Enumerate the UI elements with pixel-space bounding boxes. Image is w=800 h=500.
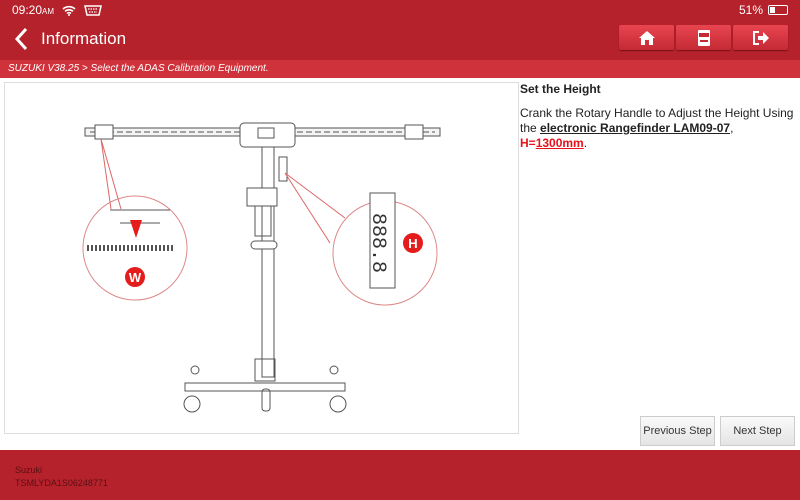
previous-step-button[interactable]: Previous Step (640, 416, 715, 446)
svg-text:888.8: 888.8 (366, 213, 389, 273)
top-bar: 09:20AM 51% Information (0, 0, 800, 60)
h-marker: H (408, 236, 417, 251)
battery-status: 51% (739, 3, 788, 17)
breadcrumb: SUZUKI V38.25 > Select the ADAS Calibrat… (0, 60, 800, 78)
page-title: Information (41, 29, 127, 48)
back-button[interactable] (12, 26, 32, 52)
instruction-heading: Set the Height (520, 82, 601, 96)
adas-button[interactable] (676, 25, 731, 50)
calibration-stand-image: W 888.8 H (4, 82, 519, 434)
w-marker: W (129, 270, 142, 285)
instructions-panel: Set the Height Crank the Rotary Handle t… (520, 82, 800, 151)
home-icon (638, 30, 655, 45)
adas-icon (697, 29, 710, 46)
wifi-icon (62, 5, 76, 16)
exit-icon (752, 30, 769, 45)
next-step-button[interactable]: Next Step (720, 416, 795, 446)
height-value: 1300mm (535, 136, 584, 150)
rangefinder-link[interactable]: electronic Rangefinder LAM09-07 (540, 121, 730, 135)
vehicle-make: Suzuki (15, 465, 43, 475)
exit-button[interactable] (733, 25, 788, 50)
instruction-text: Crank the Rotary Handle to Adjust the He… (520, 106, 794, 150)
vehicle-info-footer: Suzuki TSMLYDA1S06248771 (0, 450, 800, 500)
obd-connector-icon (84, 4, 102, 16)
vehicle-vin: TSMLYDA1S06248771 (15, 478, 108, 488)
clock: 09:20AM (12, 3, 55, 17)
status-bar: 09:20AM (12, 3, 102, 17)
home-button[interactable] (619, 25, 674, 50)
battery-icon (768, 5, 788, 15)
